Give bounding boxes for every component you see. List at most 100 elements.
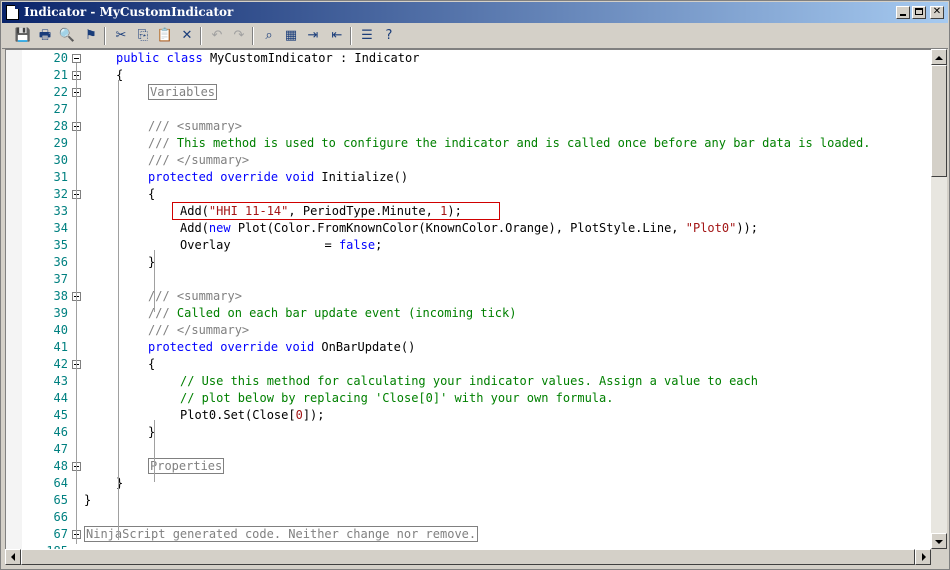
code-text: /// <summary> xyxy=(148,288,242,305)
save-icon[interactable]: 💾 xyxy=(14,27,32,45)
scroll-down-button[interactable] xyxy=(931,533,947,549)
code-line[interactable]: 43 // Use this method for calculating you… xyxy=(6,373,932,390)
code-text: NinjaScript generated code. Neither chan… xyxy=(84,526,479,543)
minimize-button[interactable] xyxy=(896,6,910,19)
undo-icon: ↶ xyxy=(211,28,223,43)
code-token: public xyxy=(116,51,167,65)
vertical-scrollbar[interactable] xyxy=(931,49,947,549)
code-line[interactable]: 39 /// Called on each bar update event (i… xyxy=(6,305,932,322)
horizontal-scroll-thumb[interactable] xyxy=(21,549,915,565)
scroll-right-button[interactable] xyxy=(915,549,931,565)
comment-lines-icon[interactable]: ☰ xyxy=(358,27,376,45)
code-line[interactable]: 38 /// <summary> xyxy=(6,288,932,305)
code-token: false xyxy=(338,238,376,252)
code-token: Plot0.Set(Close[ xyxy=(180,408,296,422)
outdent-icon[interactable]: ⇤ xyxy=(328,27,346,45)
delete-icon[interactable]: ✕ xyxy=(178,27,196,45)
code-line[interactable]: 33 Add("HHI 11-14", PeriodType.Minute, 1)… xyxy=(6,203,932,220)
code-token: ); xyxy=(447,204,462,218)
line-number: 38 xyxy=(53,289,68,303)
close-button[interactable]: ✕ xyxy=(930,6,944,19)
code-line[interactable]: 44 // plot below by replacing 'Close[0]' … xyxy=(6,390,932,407)
line-number: 20 xyxy=(53,51,68,65)
code-token: Overlay = xyxy=(180,238,339,252)
line-number: 41 xyxy=(53,340,68,354)
code-line[interactable]: 32 { xyxy=(6,186,932,203)
code-line[interactable]: 48 Properties xyxy=(6,458,932,475)
code-token: /// <summary> xyxy=(148,289,242,303)
code-line[interactable]: 65} xyxy=(6,492,932,509)
code-token: /// xyxy=(148,306,177,320)
line-number: 67 xyxy=(53,527,68,541)
cut-icon[interactable]: ✂ xyxy=(112,27,130,45)
code-line[interactable]: 22 Variables xyxy=(6,84,932,101)
binoculars-icon[interactable]: ⌕ xyxy=(260,27,278,45)
print-icon[interactable]: 🖶 xyxy=(36,27,54,45)
code-line[interactable]: 20 public class MyCustomIndicator : Indic… xyxy=(6,50,932,67)
code-line[interactable]: 66 xyxy=(6,509,932,526)
code-line[interactable]: 42 { xyxy=(6,356,932,373)
paste-icon[interactable]: 📋 xyxy=(156,27,174,45)
code-token: Called on each bar update event (incomin… xyxy=(176,306,517,320)
fold-guide-line xyxy=(118,80,119,540)
collapsed-region-label[interactable]: Variables xyxy=(148,84,218,100)
vertical-scroll-thumb[interactable] xyxy=(931,65,947,177)
line-number: 34 xyxy=(53,221,68,235)
line-number: 66 xyxy=(53,510,68,524)
fold-guide-line xyxy=(76,63,77,544)
code-editor[interactable]: 20 public class MyCustomIndicator : Indic… xyxy=(5,49,932,550)
compile-icon[interactable]: ⚑ xyxy=(82,27,100,45)
scroll-left-button[interactable] xyxy=(5,549,21,565)
code-line[interactable]: 46} xyxy=(6,424,932,441)
code-token: "HHI 11-14" xyxy=(208,204,289,218)
indent-icon[interactable]: ⇥ xyxy=(304,27,322,45)
code-token: Add( xyxy=(180,204,209,218)
code-line[interactable]: 34 Add(new Plot(Color.FromKnownColor(Know… xyxy=(6,220,932,237)
line-number: 64 xyxy=(53,476,68,490)
title-bar[interactable]: Indicator - MyCustomIndicator ✕ xyxy=(2,2,948,23)
toolbar: 💾 🖶 🔍 ⚑ ✂ ⎘ 📋 ✕ ↶ ↷ ⌕ ▦ ⇥ ⇤ ☰? xyxy=(2,24,948,49)
code-token: override xyxy=(220,340,286,354)
scroll-up-button[interactable] xyxy=(931,49,947,65)
code-line[interactable]: 47 xyxy=(6,441,932,458)
code-line[interactable]: 37 xyxy=(6,271,932,288)
line-number: 45 xyxy=(53,408,68,422)
code-token: void xyxy=(285,340,322,354)
code-line[interactable]: 30 /// </summary> xyxy=(6,152,932,169)
line-number: 30 xyxy=(53,153,68,167)
code-token: 0 xyxy=(295,408,303,422)
code-text: } xyxy=(84,492,91,509)
line-number: 48 xyxy=(53,459,68,473)
code-line[interactable]: 45 Plot0.Set(Close[0]); xyxy=(6,407,932,424)
code-line[interactable]: 29 /// This method is used to configure t… xyxy=(6,135,932,152)
fold-guide-line xyxy=(154,420,155,482)
collapsed-region-label[interactable]: Properties xyxy=(148,458,225,474)
code-text: { xyxy=(148,186,155,203)
code-line[interactable]: 31 protected override void Initialize() xyxy=(6,169,932,186)
code-line[interactable]: 27 xyxy=(6,101,932,118)
horizontal-scrollbar[interactable] xyxy=(5,549,931,565)
code-line[interactable]: 41 protected override void OnBarUpdate() xyxy=(6,339,932,356)
code-line[interactable]: 36} xyxy=(6,254,932,271)
code-text: Variables xyxy=(148,84,218,101)
code-line[interactable]: 64} xyxy=(6,475,932,492)
code-line[interactable]: 40 /// </summary> xyxy=(6,322,932,339)
code-line[interactable]: 67 NinjaScript generated code. Neither ch… xyxy=(6,526,932,543)
code-text: // plot below by replacing 'Close[0]' wi… xyxy=(180,390,613,407)
help-icon[interactable]: ? xyxy=(380,27,398,45)
redo-icon: ↷ xyxy=(233,28,245,43)
collapsed-region-label[interactable]: NinjaScript generated code. Neither chan… xyxy=(84,526,479,542)
code-token: Plot(Color.FromKnownColor(KnownColor.Ora… xyxy=(237,221,686,235)
code-line[interactable]: 21{ xyxy=(6,67,932,84)
calculator-icon[interactable]: ▦ xyxy=(282,27,300,45)
print-preview-icon[interactable]: 🔍 xyxy=(58,27,76,45)
copy-icon[interactable]: ⎘ xyxy=(134,27,152,45)
code-line[interactable]: 35 Overlay = false; xyxy=(6,237,932,254)
collapse-region-icon[interactable] xyxy=(72,54,81,63)
code-token: This method is used to configure the ind… xyxy=(176,136,871,150)
line-number: 43 xyxy=(53,374,68,388)
maximize-button[interactable] xyxy=(912,6,926,19)
code-line[interactable]: 28 /// <summary> xyxy=(6,118,932,135)
line-number: 65 xyxy=(53,493,68,507)
right-arrow-icon xyxy=(922,553,930,561)
